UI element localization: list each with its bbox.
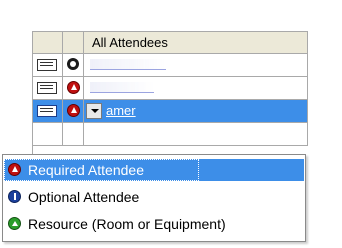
attendee-row[interactable]	[32, 77, 308, 100]
menu-item-resource[interactable]: Resource (Room or Equipment)	[4, 213, 304, 235]
status-ring-icon[interactable]	[67, 58, 79, 70]
attendee-type-dropdown-button[interactable]	[86, 103, 102, 119]
required-attendee-icon	[8, 163, 21, 176]
attendee-type-menu: Required Attendee Optional Attendee Reso…	[2, 154, 306, 242]
attendee-name[interactable]: amer	[106, 103, 136, 118]
required-attendee-icon[interactable]	[67, 104, 80, 117]
all-attendees-header: All Attendees	[92, 35, 168, 50]
menu-item-label: Resource (Room or Equipment)	[28, 216, 226, 232]
message-icon[interactable]	[37, 105, 57, 117]
optional-attendee-icon	[8, 190, 21, 203]
menu-item-label: Required Attendee	[28, 162, 144, 178]
menu-item-optional-attendee[interactable]: Optional Attendee	[4, 186, 304, 208]
menu-item-label: Optional Attendee	[28, 189, 140, 205]
required-attendee-icon[interactable]	[67, 81, 80, 94]
header-type-column[interactable]	[63, 31, 84, 53]
header-all-attendees-column[interactable]: All Attendees	[84, 31, 308, 53]
redacted-attendee-name	[90, 82, 154, 93]
attendee-grid: All Attendees amer	[32, 31, 308, 159]
menu-item-required-attendee[interactable]: Required Attendee	[4, 159, 304, 181]
attendee-row-selected[interactable]: amer	[32, 100, 308, 123]
redacted-attendee-name	[90, 59, 166, 70]
header-response-column[interactable]	[32, 31, 63, 53]
grid-header-row: All Attendees	[32, 31, 308, 54]
resource-icon	[8, 217, 21, 230]
empty-row[interactable]	[32, 123, 308, 146]
message-icon[interactable]	[37, 59, 57, 71]
message-icon[interactable]	[37, 82, 57, 94]
attendee-row[interactable]	[32, 54, 308, 77]
